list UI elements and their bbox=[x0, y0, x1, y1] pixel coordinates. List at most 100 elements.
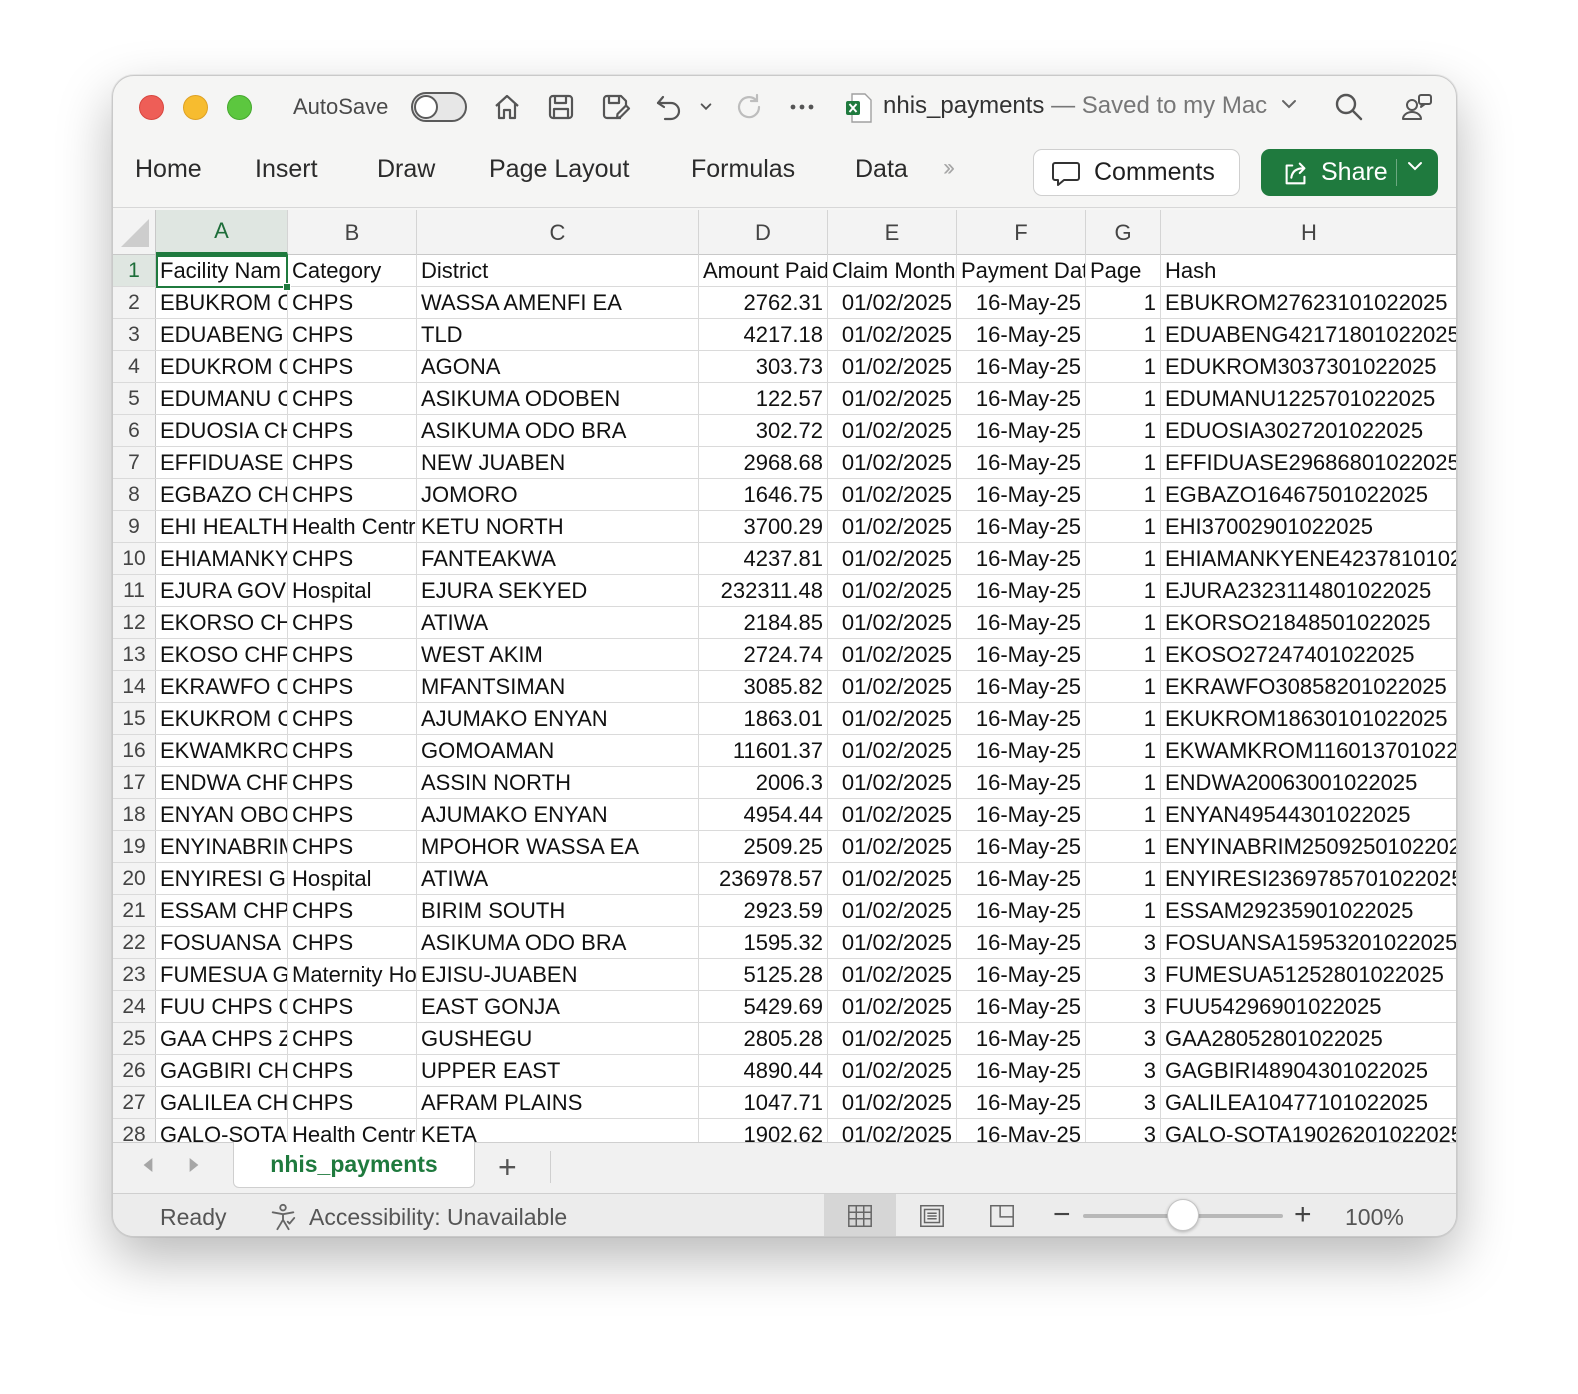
table-cell[interactable]: JOMORO bbox=[417, 479, 699, 510]
table-cell[interactable]: 16-May-25 bbox=[957, 639, 1086, 670]
page-break-view-button[interactable] bbox=[966, 1194, 1038, 1236]
table-cell[interactable]: NEW JUABEN bbox=[417, 447, 699, 478]
table-cell[interactable]: 16-May-25 bbox=[957, 863, 1086, 894]
table-cell[interactable]: Health Centr bbox=[288, 1119, 417, 1142]
table-cell[interactable]: CHPS bbox=[288, 1055, 417, 1086]
table-cell[interactable]: 01/02/2025 bbox=[828, 415, 957, 446]
table-cell[interactable]: CHPS bbox=[288, 319, 417, 350]
close-button[interactable] bbox=[139, 95, 164, 120]
table-cell[interactable]: EDUKROM C bbox=[156, 351, 288, 382]
save-as-icon[interactable] bbox=[598, 90, 632, 124]
add-sheet-button[interactable]: + bbox=[498, 1149, 517, 1186]
table-cell[interactable]: 3 bbox=[1086, 1119, 1161, 1142]
table-cell[interactable]: FUU54296901022025 bbox=[1161, 991, 1456, 1022]
table-cell[interactable]: EKOSO CHPS bbox=[156, 639, 288, 670]
table-cell[interactable]: 01/02/2025 bbox=[828, 543, 957, 574]
table-cell[interactable]: CHPS bbox=[288, 607, 417, 638]
table-cell[interactable]: EHI37002901022025 bbox=[1161, 511, 1456, 542]
table-cell[interactable]: EAST GONJA bbox=[417, 991, 699, 1022]
table-cell[interactable]: 1902.62 bbox=[699, 1119, 828, 1142]
table-cell[interactable]: 16-May-25 bbox=[957, 831, 1086, 862]
table-cell[interactable]: 4890.44 bbox=[699, 1055, 828, 1086]
table-cell[interactable]: MFANTSIMAN bbox=[417, 671, 699, 702]
table-cell[interactable]: CHPS bbox=[288, 799, 417, 830]
column-header-a[interactable]: A bbox=[156, 210, 288, 255]
row-header[interactable]: 28 bbox=[113, 1119, 156, 1142]
table-cell[interactable]: 01/02/2025 bbox=[828, 287, 957, 318]
table-cell[interactable]: 2968.68 bbox=[699, 447, 828, 478]
table-cell[interactable]: 01/02/2025 bbox=[828, 735, 957, 766]
table-cell[interactable]: 16-May-25 bbox=[957, 671, 1086, 702]
table-cell[interactable]: 1 bbox=[1086, 863, 1161, 894]
previous-sheet-icon[interactable] bbox=[141, 1155, 155, 1181]
row-header[interactable]: 22 bbox=[113, 927, 156, 958]
table-cell[interactable]: ENYAN49544301022025 bbox=[1161, 799, 1456, 830]
row-header[interactable]: 19 bbox=[113, 831, 156, 862]
row-header[interactable]: 25 bbox=[113, 1023, 156, 1054]
table-cell[interactable]: EKORSO21848501022025 bbox=[1161, 607, 1456, 638]
table-cell[interactable]: FOSUANSA C bbox=[156, 927, 288, 958]
table-cell[interactable]: 16-May-25 bbox=[957, 447, 1086, 478]
table-cell[interactable]: 2724.74 bbox=[699, 639, 828, 670]
table-cell[interactable]: CHPS bbox=[288, 1023, 417, 1054]
table-cell[interactable]: 16-May-25 bbox=[957, 799, 1086, 830]
table-cell[interactable]: 01/02/2025 bbox=[828, 1055, 957, 1086]
table-cell[interactable]: EJISU-JUABEN bbox=[417, 959, 699, 990]
table-cell[interactable]: 01/02/2025 bbox=[828, 383, 957, 414]
table-cell[interactable]: 1595.32 bbox=[699, 927, 828, 958]
table-cell[interactable]: 5429.69 bbox=[699, 991, 828, 1022]
table-cell[interactable]: 3085.82 bbox=[699, 671, 828, 702]
table-cell[interactable]: 1 bbox=[1086, 735, 1161, 766]
table-cell[interactable]: 16-May-25 bbox=[957, 607, 1086, 638]
table-cell[interactable]: UPPER EAST bbox=[417, 1055, 699, 1086]
table-cell[interactable]: CHPS bbox=[288, 671, 417, 702]
table-cell[interactable]: EDUKROM3037301022025 bbox=[1161, 351, 1456, 382]
tab-page-layout[interactable]: Page Layout bbox=[489, 155, 629, 184]
table-cell[interactable]: 3 bbox=[1086, 1055, 1161, 1086]
undo-dropdown-chevron-icon[interactable] bbox=[696, 90, 716, 124]
table-cell[interactable]: AJUMAKO ENYAN bbox=[417, 799, 699, 830]
table-cell[interactable]: 236978.57 bbox=[699, 863, 828, 894]
column-header-e[interactable]: E bbox=[828, 210, 957, 255]
table-cell[interactable]: Health Centr bbox=[288, 511, 417, 542]
select-all-corner[interactable] bbox=[113, 210, 156, 255]
table-cell[interactable]: ENDWA20063001022025 bbox=[1161, 767, 1456, 798]
table-cell[interactable]: 16-May-25 bbox=[957, 543, 1086, 574]
table-cell[interactable]: 302.72 bbox=[699, 415, 828, 446]
table-cell[interactable]: 1 bbox=[1086, 703, 1161, 734]
table-cell[interactable]: EBUKROM CI bbox=[156, 287, 288, 318]
table-cell[interactable]: EJURA SEKYED bbox=[417, 575, 699, 606]
table-cell[interactable]: AFRAM PLAINS bbox=[417, 1087, 699, 1118]
tab-home[interactable]: Home bbox=[135, 155, 202, 184]
table-cell[interactable]: 16-May-25 bbox=[957, 575, 1086, 606]
header-cell[interactable]: Claim Month bbox=[828, 255, 957, 286]
table-cell[interactable]: 1 bbox=[1086, 287, 1161, 318]
row-header[interactable]: 6 bbox=[113, 415, 156, 446]
header-cell[interactable]: Page bbox=[1086, 255, 1161, 286]
zoom-out-button[interactable]: − bbox=[1053, 1198, 1071, 1232]
table-cell[interactable]: 1863.01 bbox=[699, 703, 828, 734]
table-cell[interactable]: ENYIRESI2369785701022025 bbox=[1161, 863, 1456, 894]
column-header-g[interactable]: G bbox=[1086, 210, 1161, 255]
table-cell[interactable]: 16-May-25 bbox=[957, 479, 1086, 510]
minimize-button[interactable] bbox=[183, 95, 208, 120]
next-sheet-icon[interactable] bbox=[187, 1155, 201, 1181]
table-cell[interactable]: GALO-SOTA19026201022025 bbox=[1161, 1119, 1456, 1142]
table-cell[interactable]: EFFIDUASE29686801022025 bbox=[1161, 447, 1456, 478]
tab-insert[interactable]: Insert bbox=[255, 155, 318, 184]
tab-draw[interactable]: Draw bbox=[377, 155, 435, 184]
table-cell[interactable]: 2509.25 bbox=[699, 831, 828, 862]
table-cell[interactable]: ESSAM29235901022025 bbox=[1161, 895, 1456, 926]
zoom-slider-knob[interactable] bbox=[1167, 1199, 1199, 1231]
table-cell[interactable]: 16-May-25 bbox=[957, 351, 1086, 382]
more-icon[interactable] bbox=[785, 90, 819, 124]
table-cell[interactable]: ENYIRESI GO bbox=[156, 863, 288, 894]
row-header[interactable]: 11 bbox=[113, 575, 156, 606]
row-header[interactable]: 7 bbox=[113, 447, 156, 478]
row-header[interactable]: 24 bbox=[113, 991, 156, 1022]
table-cell[interactable]: 16-May-25 bbox=[957, 895, 1086, 926]
table-cell[interactable]: CHPS bbox=[288, 543, 417, 574]
table-cell[interactable]: CHPS bbox=[288, 831, 417, 862]
table-cell[interactable]: 16-May-25 bbox=[957, 383, 1086, 414]
table-cell[interactable]: 2184.85 bbox=[699, 607, 828, 638]
